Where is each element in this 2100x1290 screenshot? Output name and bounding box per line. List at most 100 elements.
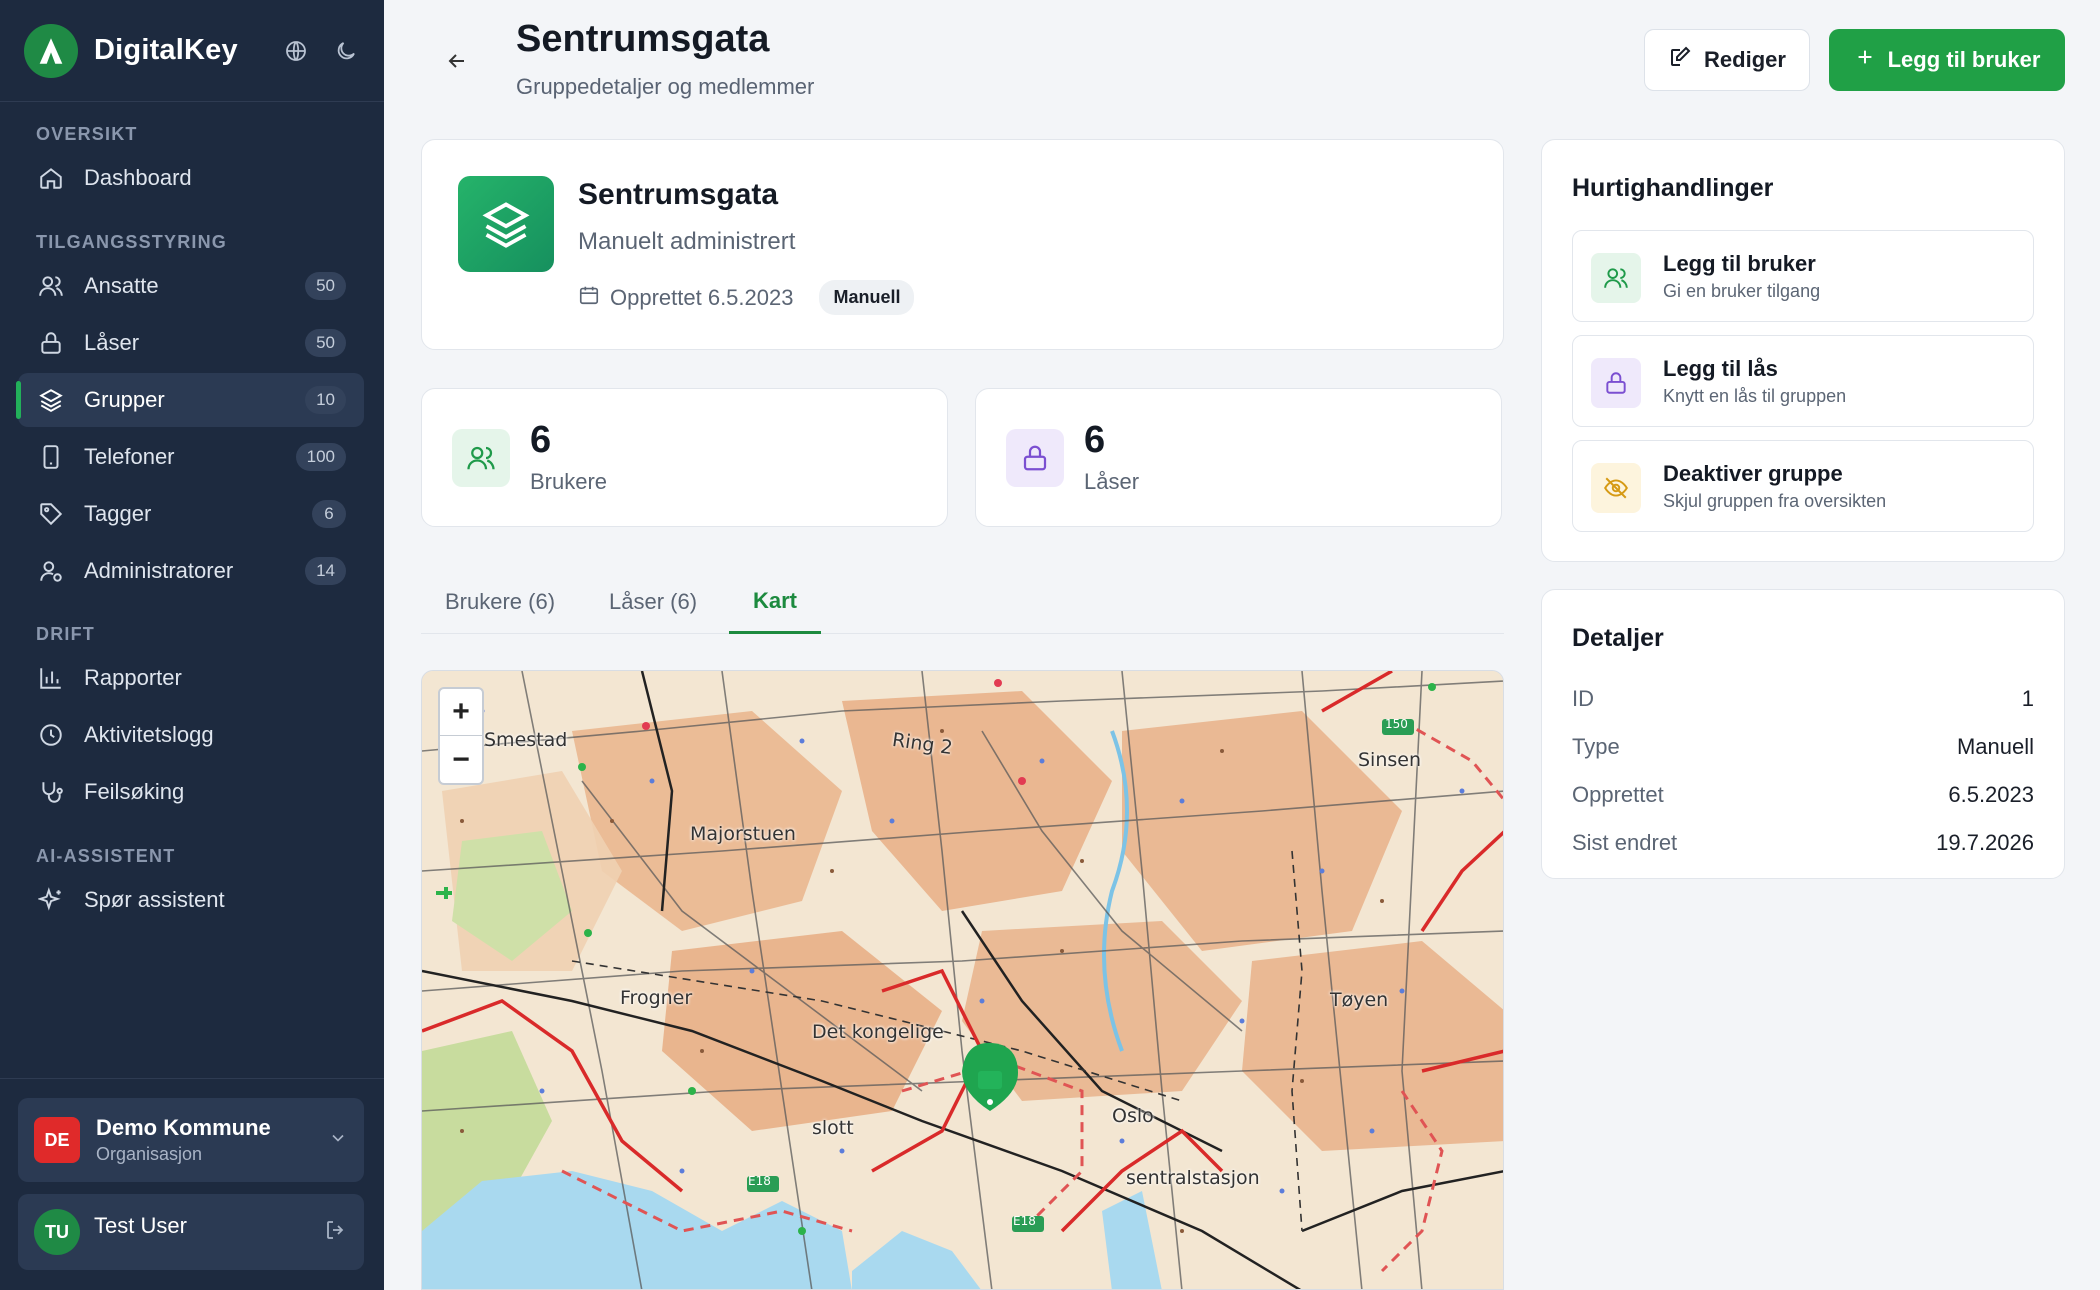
group-summary-card: Sentrumsgata Manuelt administrert Oppret… (421, 139, 1504, 350)
lock-icon (1006, 429, 1064, 487)
eye-off-icon (1591, 463, 1641, 513)
stat-card-locks: 6 Låser (975, 388, 1502, 527)
sidebar-item-label: Grupper (84, 387, 165, 412)
layers-icon (36, 385, 66, 415)
org-type: Organisasjon (96, 1144, 203, 1164)
moon-icon[interactable] (332, 37, 360, 65)
tag-icon (36, 499, 66, 529)
sidebar-item-grupper[interactable]: Grupper 10 (16, 373, 364, 427)
sidebar-item-ansatte[interactable]: Ansatte 50 (18, 259, 364, 313)
action-subtitle: Gi en bruker tilgang (1663, 281, 1821, 301)
sidebar-item-label: Tagger (84, 501, 152, 526)
globe-icon[interactable] (282, 37, 310, 65)
action-title: Legg til lås (1663, 356, 1778, 381)
calendar-icon (578, 284, 600, 312)
add-user-button[interactable]: Legg til bruker (1829, 29, 2065, 91)
sidebar-item-dashboard[interactable]: Dashboard (18, 151, 364, 205)
phone-icon (36, 442, 66, 472)
detail-key: ID (1572, 686, 1594, 711)
users-icon (1591, 253, 1641, 303)
tab-map[interactable]: Kart (729, 570, 822, 634)
group-created: Opprettet 6.5.2023 (610, 284, 794, 310)
sidebar-item-label: Rapporter (84, 665, 182, 690)
chevron-down-icon (328, 1128, 348, 1153)
tab-locks[interactable]: Låser (6) (585, 570, 721, 634)
brand: DigitalKey (0, 0, 384, 102)
sidebar-item-label: Dashboard (84, 165, 192, 190)
nav-section-overview: OVERSIKT (36, 124, 138, 144)
zoom-in-button[interactable]: + (440, 689, 482, 736)
sidebar-item-tagger[interactable]: Tagger 6 (18, 487, 364, 541)
lock-icon (1591, 358, 1641, 408)
org-switcher[interactable]: DE Demo Kommune Organisasjon (18, 1098, 364, 1182)
count-badge: 50 (305, 329, 346, 357)
detail-key: Type (1572, 734, 1620, 759)
tab-bar: Brukere (6) Låser (6) Kart (421, 570, 1504, 634)
avatar: TU (34, 1209, 80, 1255)
lock-icon (36, 328, 66, 358)
action-subtitle: Knytt en lås til gruppen (1663, 386, 1847, 406)
sidebar-item-feilsoking[interactable]: Feilsøking (18, 765, 364, 819)
user-name: Test User (94, 1213, 187, 1238)
stat-value: 6 (530, 419, 552, 461)
user-card: TU Test User (18, 1194, 364, 1270)
plus-icon (1854, 46, 1876, 74)
map-label: Majorstuen (690, 823, 796, 845)
quick-actions-card: Hurtighandlinger Legg til bruker Gi en b… (1541, 139, 2065, 562)
details-title: Detaljer (1572, 624, 1664, 652)
page-title: Sentrumsgata (516, 18, 770, 60)
sidebar-item-aktivitetslogg[interactable]: Aktivitetslogg (18, 708, 364, 762)
detail-row: Sist endret 19.7.2026 (1572, 830, 2034, 856)
page-subtitle: Gruppedetaljer og medlemmer (516, 74, 815, 99)
home-icon (36, 163, 66, 193)
action-add-lock[interactable]: Legg til lås Knytt en lås til gruppen (1572, 335, 2034, 427)
action-add-user[interactable]: Legg til bruker Gi en bruker tilgang (1572, 230, 2034, 322)
map-label: Sinsen (1358, 749, 1422, 771)
detail-row: ID 1 (1572, 686, 2034, 712)
action-deactivate-group[interactable]: Deaktiver gruppe Skjul gruppen fra overs… (1572, 440, 2034, 532)
brand-logo[interactable] (24, 23, 78, 78)
count-badge: 14 (305, 557, 346, 585)
count-badge: 10 (305, 386, 346, 414)
sidebar: DigitalKey OVERSIKT Dashboard TILGANGSST… (0, 0, 384, 1290)
detail-row: Opprettet 6.5.2023 (1572, 782, 2034, 808)
sidebar-item-label: Aktivitetslogg (84, 722, 214, 747)
tab-users[interactable]: Brukere (6) (421, 570, 579, 634)
sidebar-item-spor-assistent[interactable]: Spør assistent (18, 873, 364, 927)
road-shield: E18 (748, 1174, 771, 1188)
sidebar-item-label: Feilsøking (84, 779, 185, 804)
map[interactable]: + − Smestad Ring 2 Majorstuen Sinsen Fro… (421, 670, 1504, 1290)
edit-button-label: Rediger (1704, 47, 1786, 72)
action-title: Deaktiver gruppe (1663, 461, 1843, 486)
stat-label: Brukere (530, 469, 608, 494)
edit-icon (1668, 45, 1692, 75)
map-label: sentralstasjon (1126, 1167, 1260, 1189)
map-label: Oslo (1112, 1105, 1154, 1127)
status-badge: Manuell (819, 280, 915, 315)
sidebar-item-rapporter[interactable]: Rapporter (18, 651, 364, 705)
nav-section-ai: AI-ASSISTENT (36, 846, 176, 866)
detail-value: Manuell (1956, 734, 2034, 759)
stat-value: 6 (1084, 419, 1106, 461)
road-shield: E18 (1013, 1214, 1036, 1228)
sidebar-divider (0, 1078, 384, 1079)
org-name: Demo Kommune (96, 1115, 271, 1140)
logout-icon[interactable] (324, 1218, 348, 1247)
zoom-out-button[interactable]: − (440, 736, 482, 783)
sidebar-item-laaser[interactable]: Låser 50 (18, 316, 364, 370)
group-name: Sentrumsgata (578, 178, 779, 211)
sidebar-item-administratorer[interactable]: Administratorer 14 (18, 544, 364, 598)
map-label: Smestad (484, 729, 568, 751)
add-user-button-label: Legg til bruker (1887, 47, 2041, 72)
stat-label: Låser (1084, 469, 1140, 494)
sidebar-item-label: Telefoner (84, 444, 175, 469)
users-icon (452, 429, 510, 487)
edit-button[interactable]: Rediger (1644, 29, 1810, 91)
group-admin-mode: Manuelt administrert (578, 228, 796, 255)
sidebar-item-telefoner[interactable]: Telefoner 100 (18, 430, 364, 484)
action-subtitle: Skjul gruppen fra oversikten (1663, 491, 1887, 511)
road-shield: 150 (1385, 717, 1408, 731)
map-label: Tøyen (1330, 989, 1389, 1011)
detail-key: Opprettet (1572, 782, 1664, 807)
back-button[interactable] (440, 44, 474, 78)
